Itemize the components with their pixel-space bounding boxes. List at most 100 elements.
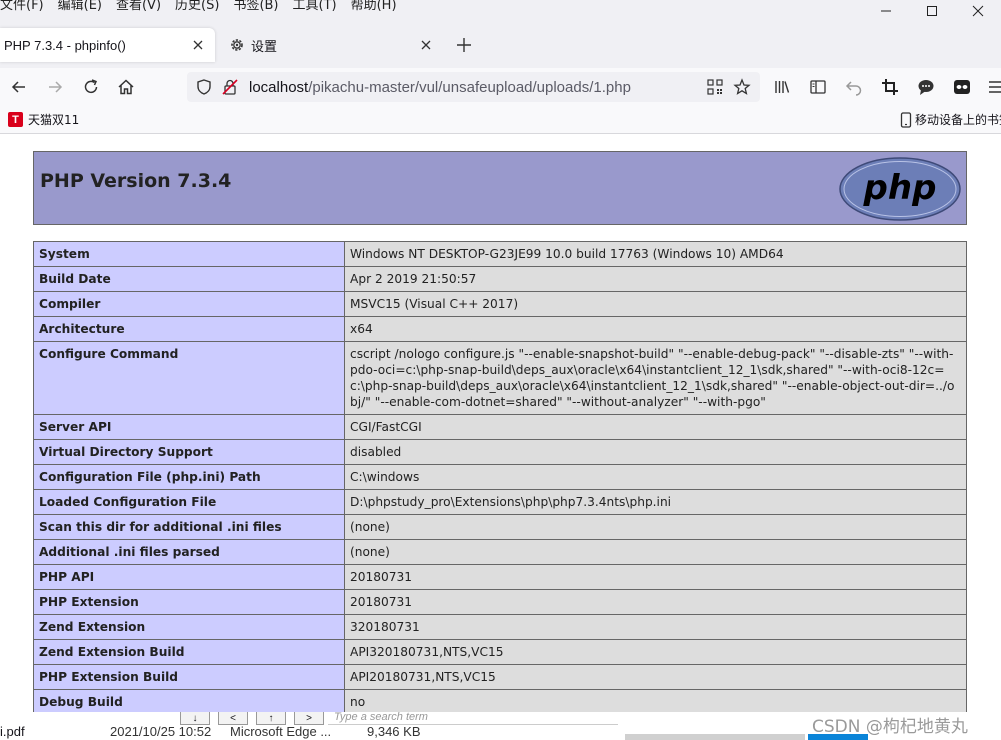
insecure-lock-icon[interactable] (221, 78, 239, 96)
chat-icon[interactable] (916, 77, 936, 97)
mobile-device-icon (900, 111, 912, 128)
pager-down-button[interactable]: ↓ (180, 712, 210, 725)
pager-right-button[interactable]: > (294, 712, 324, 725)
gear-icon (231, 39, 243, 51)
row-value: API320180731,NTS,VC15 (344, 639, 967, 665)
row-value: no (344, 689, 967, 715)
mobile-bookmarks[interactable]: 移动设备上的书签 (900, 111, 1001, 128)
reload-icon[interactable] (81, 77, 101, 97)
row-value: MSVC15 (Visual C++ 2017) (344, 291, 967, 317)
tab-close-icon[interactable] (419, 38, 433, 52)
php-info-table: System Windows NT DESKTOP-G23JE99 10.0 bu… (33, 241, 967, 715)
table-row: PHP Extension 20180731 (33, 589, 967, 615)
table-row: Additional .ini files parsed (none) (33, 539, 967, 565)
menu-edit[interactable]: 编辑(E) (58, 0, 102, 13)
menu-file[interactable]: 文件(F) (0, 0, 44, 13)
row-key: Virtual Directory Support (33, 439, 345, 465)
maximize-button[interactable] (909, 0, 955, 22)
row-value: D:\phpstudy_pro\Extensions\php\php7.3.4n… (344, 489, 967, 515)
star-icon[interactable] (733, 78, 751, 96)
close-window-button[interactable] (955, 0, 1001, 22)
table-row: Build Date Apr 2 2019 21:50:57 (33, 266, 967, 292)
row-value: C:\windows (344, 464, 967, 490)
page-title: PHP Version 7.3.4 (40, 170, 232, 192)
table-row: Zend Extension Build API320180731,NTS,VC1… (33, 639, 967, 665)
menu-help[interactable]: 帮助(H) (351, 0, 397, 13)
bookmark-tmall[interactable]: T 天猫双11 (8, 111, 79, 128)
row-key: Debug Build (33, 689, 345, 715)
menu-items: 文件(F) 编辑(E) 查看(V) 历史(S) 书签(B) 工具(T) 帮助(H… (0, 0, 411, 13)
row-value: (none) (344, 514, 967, 540)
row-value: 320180731 (344, 614, 967, 640)
menu-view[interactable]: 查看(V) (116, 0, 161, 13)
back-icon[interactable] (9, 77, 29, 97)
menu-bookmarks[interactable]: 书签(B) (233, 0, 278, 13)
url-bar[interactable]: localhost/pikachu-master/vul/unsafeuploa… (187, 72, 760, 102)
row-key: Server API (33, 414, 345, 440)
table-row: Configuration File (php.ini) Path C:\wind… (33, 464, 967, 490)
tab-settings[interactable]: 设置 (223, 28, 443, 62)
private-mask-icon[interactable] (952, 77, 972, 97)
table-row: PHP Extension Build API20180731,NTS,VC15 (33, 664, 967, 690)
table-row: Zend Extension 320180731 (33, 614, 967, 640)
url-host: localhost (249, 79, 309, 96)
tab-title: 设置 (251, 38, 278, 54)
row-key: Architecture (33, 316, 345, 342)
row-value: 20180731 (344, 589, 967, 615)
download-app: Microsoft Edge ... (230, 724, 332, 739)
url-text[interactable]: localhost/pikachu-master/vul/unsafeuploa… (249, 79, 631, 96)
table-row: Loaded Configuration File D:\phpstudy_pro… (33, 489, 967, 515)
menu-tools[interactable]: 工具(T) (293, 0, 337, 13)
undo-icon[interactable] (844, 77, 864, 97)
tab-phpinfo[interactable]: PHP 7.3.4 - phpinfo() (0, 28, 215, 62)
sidebar-icon[interactable] (808, 77, 828, 97)
download-size: 9,346 KB (367, 724, 421, 739)
home-icon[interactable] (116, 77, 136, 97)
table-row: Debug Build no (33, 689, 967, 715)
minimize-button[interactable] (863, 0, 909, 22)
row-value: Windows NT DESKTOP-G23JE99 10.0 build 17… (344, 241, 967, 267)
download-date: 2021/10/25 10:52 (110, 724, 212, 739)
row-value: 20180731 (344, 564, 967, 590)
table-row: PHP API 20180731 (33, 564, 967, 590)
row-value: x64 (344, 316, 967, 342)
tab-title: PHP 7.3.4 - phpinfo() (4, 37, 126, 53)
bookmarks-bar: T 天猫双11 移动设备上的书签 (0, 106, 1001, 134)
watermark: CSDN @枸杞地黄丸 (812, 717, 968, 737)
row-key: PHP Extension Build (33, 664, 345, 690)
pager-buttons: ↓ < ↑ > (180, 712, 332, 725)
pager-up-button[interactable]: ↑ (256, 712, 286, 725)
row-key: PHP Extension (33, 589, 345, 615)
menu-icon[interactable] (986, 77, 1001, 97)
new-tab-icon[interactable] (455, 36, 473, 54)
pager-left-button[interactable]: < (218, 712, 248, 725)
row-value: CGI/FastCGI (344, 414, 967, 440)
url-path: /pikachu-master/vul/unsafeupload/uploads… (308, 79, 631, 96)
download-file-name[interactable]: i.pdf (0, 724, 25, 739)
row-key: Configuration File (php.ini) Path (33, 464, 345, 490)
qr-code-icon[interactable] (707, 79, 723, 95)
search-input[interactable]: Type a search term (328, 712, 618, 725)
table-row: Architecture x64 (33, 316, 967, 342)
library-icon[interactable] (772, 77, 792, 97)
menu-history[interactable]: 历史(S) (175, 0, 219, 13)
row-key: System (33, 241, 345, 267)
php-logo-text: php (863, 168, 937, 208)
row-value: Apr 2 2019 21:50:57 (344, 266, 967, 292)
nav-toolbar: localhost/pikachu-master/vul/unsafeuploa… (0, 68, 1001, 106)
shield-icon[interactable] (195, 78, 213, 96)
row-key: Additional .ini files parsed (33, 539, 345, 565)
row-key: Scan this dir for additional .ini files (33, 514, 345, 540)
row-key: Build Date (33, 266, 345, 292)
table-row: Virtual Directory Support disabled (33, 439, 967, 465)
tab-close-icon[interactable] (191, 38, 205, 52)
tab-strip: PHP 7.3.4 - phpinfo() 设置 (0, 22, 1001, 68)
tmall-logo-icon: T (8, 112, 23, 127)
window-controls (863, 0, 1001, 22)
php-logo[interactable]: php (838, 156, 962, 222)
table-row: Scan this dir for additional .ini files(… (33, 514, 967, 540)
forward-icon[interactable] (45, 77, 65, 97)
crop-icon[interactable] (880, 77, 900, 97)
row-key: Compiler (33, 291, 345, 317)
php-header: PHP Version 7.3.4 php (33, 151, 967, 225)
